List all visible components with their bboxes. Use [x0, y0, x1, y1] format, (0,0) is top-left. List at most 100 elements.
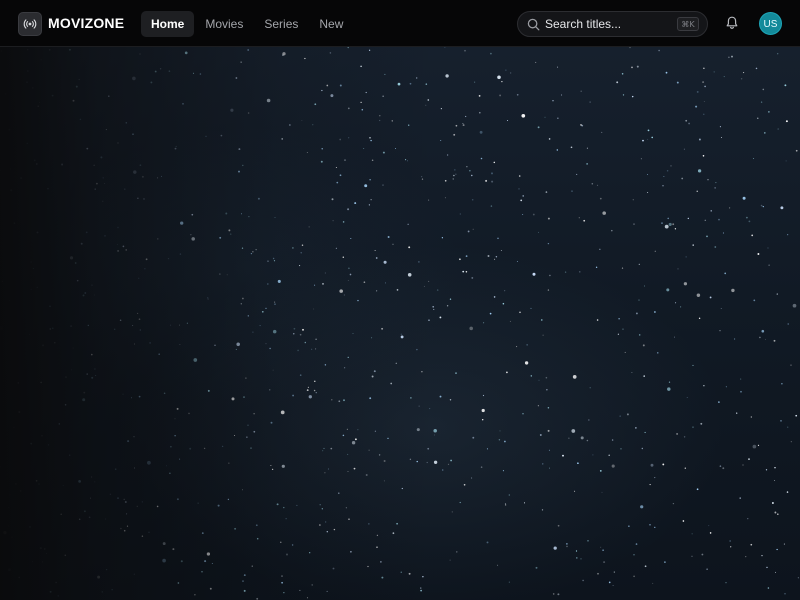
star — [418, 405, 420, 407]
star — [663, 175, 665, 177]
star — [692, 244, 694, 246]
star — [692, 426, 694, 429]
star — [203, 447, 206, 450]
star — [252, 331, 254, 333]
star — [548, 138, 551, 140]
star — [332, 567, 335, 570]
star — [743, 72, 745, 74]
star — [722, 232, 724, 234]
star — [532, 213, 535, 216]
search-bar[interactable]: ⌘K — [517, 11, 708, 37]
star — [207, 389, 210, 392]
star — [353, 467, 356, 470]
star — [642, 344, 645, 347]
star — [767, 587, 770, 589]
star — [83, 391, 86, 394]
star — [57, 595, 59, 597]
star — [95, 374, 97, 376]
nav-item-home[interactable]: Home — [141, 11, 195, 37]
bell-icon[interactable] — [724, 15, 740, 31]
star — [622, 328, 624, 330]
star — [640, 505, 644, 509]
star — [786, 491, 789, 493]
star — [269, 347, 271, 350]
star — [283, 506, 285, 509]
star — [4, 93, 7, 95]
star — [49, 328, 52, 330]
star — [105, 568, 108, 571]
star — [333, 528, 336, 531]
star — [433, 460, 438, 464]
star — [120, 527, 122, 530]
star — [380, 561, 382, 563]
star — [447, 463, 450, 466]
star — [571, 429, 576, 433]
star — [463, 483, 466, 486]
star — [304, 57, 306, 60]
star — [537, 126, 540, 129]
star — [368, 449, 370, 451]
star — [510, 72, 512, 74]
star — [30, 442, 33, 445]
star — [797, 577, 800, 579]
nav-item-movies[interactable]: Movies — [195, 11, 253, 37]
star — [521, 113, 526, 118]
star — [161, 175, 162, 177]
star — [174, 435, 176, 437]
star — [90, 497, 91, 499]
star — [636, 65, 639, 68]
star — [86, 147, 89, 150]
star — [683, 436, 686, 438]
star — [686, 397, 688, 398]
star — [178, 324, 180, 326]
star — [348, 137, 350, 139]
star — [650, 463, 654, 467]
star — [718, 218, 720, 221]
star — [296, 504, 298, 506]
star — [392, 243, 394, 245]
star — [742, 464, 744, 466]
star — [58, 423, 61, 425]
star — [768, 264, 770, 266]
logo-button[interactable] — [18, 12, 42, 36]
star — [472, 228, 474, 230]
star — [343, 294, 345, 296]
star — [535, 566, 538, 569]
nav-item-series[interactable]: Series — [254, 11, 308, 37]
star — [339, 138, 342, 141]
star — [177, 582, 180, 584]
star — [141, 535, 144, 537]
brand-name[interactable]: MOVIZONE — [48, 15, 124, 32]
star — [147, 460, 151, 465]
nav-item-new[interactable]: New — [309, 11, 353, 37]
star — [182, 103, 184, 105]
star — [407, 273, 412, 277]
star — [117, 497, 119, 499]
star — [436, 289, 439, 291]
star — [269, 389, 271, 391]
star — [753, 158, 755, 159]
star — [242, 489, 244, 491]
star — [489, 312, 492, 315]
star — [481, 408, 485, 413]
star — [179, 253, 182, 255]
star — [600, 546, 602, 548]
star — [635, 427, 637, 429]
star — [633, 223, 635, 225]
star — [197, 502, 199, 504]
star — [123, 529, 126, 532]
star — [352, 333, 354, 334]
star — [739, 497, 741, 499]
star — [459, 213, 461, 215]
star — [709, 296, 712, 299]
user-avatar[interactable]: US — [759, 12, 782, 35]
star — [467, 230, 470, 233]
star — [674, 336, 675, 338]
star — [508, 494, 510, 496]
star — [365, 474, 368, 476]
search-input[interactable] — [545, 16, 665, 32]
star — [722, 467, 725, 470]
star — [638, 299, 640, 301]
star — [266, 98, 271, 103]
star — [322, 450, 324, 452]
